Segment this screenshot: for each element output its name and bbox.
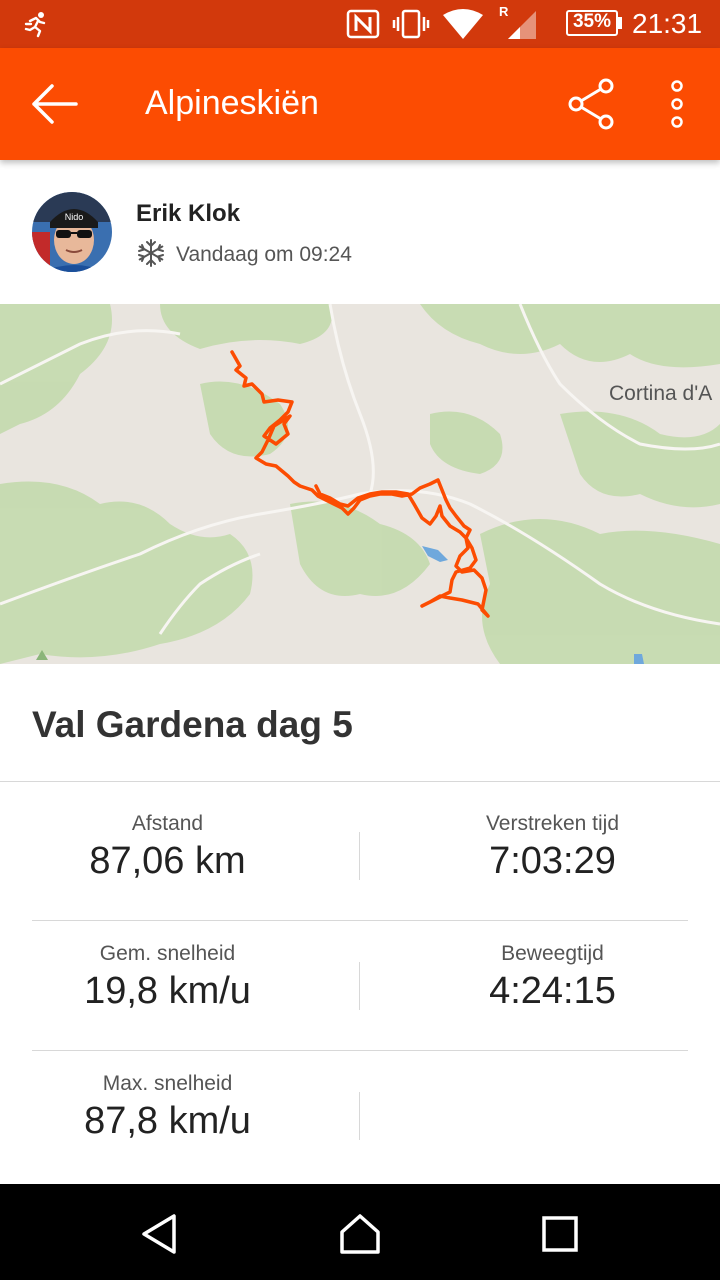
back-triangle-icon[interactable]	[138, 1212, 182, 1256]
stat-label: Verstreken tijd	[485, 812, 620, 835]
app-bar: Alpineskiën	[0, 48, 720, 160]
battery-tip	[618, 17, 622, 29]
avatar[interactable]: Nido	[32, 192, 112, 272]
system-nav-bar	[0, 1184, 720, 1280]
stat-row: Afstand 87,06 km Verstreken tijd 7:03:29	[0, 782, 720, 912]
wifi-icon	[443, 9, 483, 39]
athlete-header[interactable]: Nido Erik Klok Vandaag om 09:24	[0, 160, 720, 304]
snowflake-icon	[138, 239, 164, 267]
stat-separator	[359, 962, 360, 1010]
map-canvas	[0, 304, 720, 664]
stat-separator	[359, 832, 360, 880]
vibrate-icon	[392, 9, 430, 39]
nfc-icon	[346, 9, 380, 39]
stat-label: Max. snelheid	[102, 1072, 233, 1095]
recents-icon[interactable]	[538, 1212, 582, 1256]
stat-value: 87,8 km/u	[84, 1100, 251, 1142]
stat-value: 87,06 km	[89, 840, 246, 882]
home-icon[interactable]	[338, 1212, 382, 1256]
stats-grid: Afstand 87,06 km Verstreken tijd 7:03:29…	[0, 782, 720, 1184]
status-time: 21:31	[632, 8, 703, 39]
strava-runner-icon	[24, 12, 46, 38]
map-place-label: Cortina d'A	[609, 382, 713, 405]
route-map[interactable]: Cortina d'A	[0, 304, 720, 664]
app-bar-title: Alpineskiën	[145, 84, 319, 122]
status-bar: R 35% 21:31	[0, 0, 720, 48]
svg-text:Nido: Nido	[65, 212, 84, 222]
athlete-name[interactable]: Erik Klok	[136, 200, 240, 228]
more-vert-icon[interactable]	[664, 78, 690, 130]
activity-title: Val Gardena dag 5	[32, 704, 353, 745]
stat-label: Beweegtijd	[501, 942, 604, 965]
stat-label: Gem. snelheid	[99, 942, 236, 965]
stat-value: 19,8 km/u	[84, 970, 251, 1012]
battery-level: 35%	[572, 11, 612, 32]
stat-value: 4:24:15	[489, 970, 616, 1012]
stat-row: Gem. snelheid 19,8 km/u Beweegtijd 4:24:…	[0, 912, 720, 1042]
signal-icon	[508, 11, 536, 39]
stat-value: 7:03:29	[489, 840, 616, 882]
stat-label: Afstand	[131, 812, 204, 835]
share-icon[interactable]	[566, 78, 618, 130]
stat-separator	[359, 1092, 360, 1140]
activity-time: Vandaag om 09:24	[176, 243, 352, 266]
stat-row: Max. snelheid 87,8 km/u	[0, 1042, 720, 1172]
back-arrow-icon[interactable]	[30, 82, 80, 126]
